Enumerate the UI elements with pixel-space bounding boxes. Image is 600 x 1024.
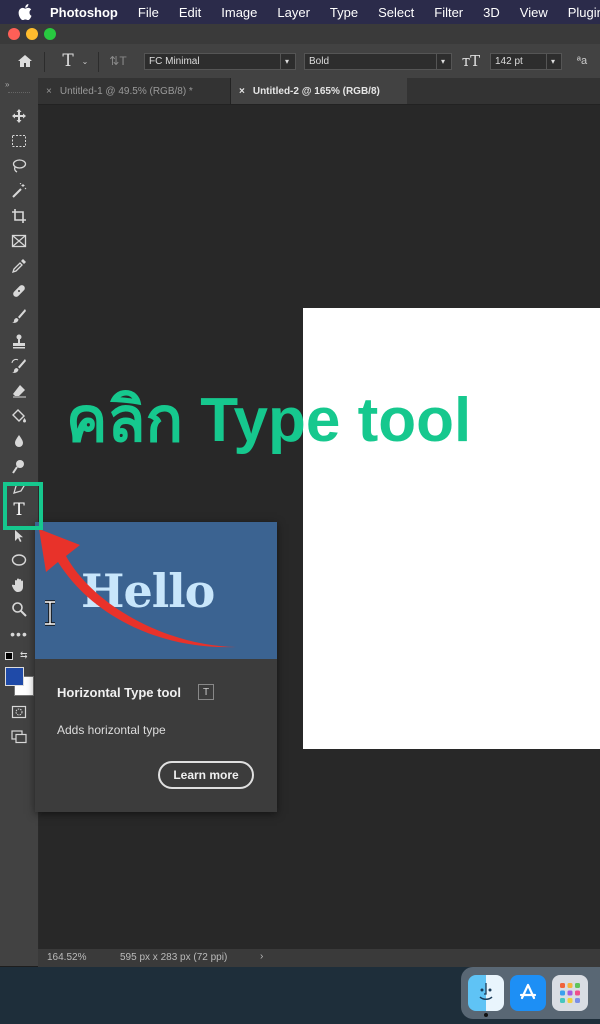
pointer-arrow-icon bbox=[39, 529, 236, 648]
zoom-level[interactable]: 164.52% bbox=[47, 952, 86, 963]
app-store-icon[interactable] bbox=[510, 975, 546, 1011]
running-indicator bbox=[484, 1013, 488, 1017]
status-menu-arrow-icon[interactable]: › bbox=[260, 951, 263, 962]
dock bbox=[461, 967, 600, 1019]
type-tool-highlight bbox=[3, 482, 43, 530]
launchpad-icon[interactable] bbox=[552, 975, 588, 1011]
finder-icon[interactable] bbox=[468, 975, 504, 1011]
document-info: 595 px x 283 px (72 ppi) bbox=[120, 952, 228, 963]
status-bar: 164.52% 595 px x 283 px (72 ppi) › bbox=[38, 949, 600, 967]
